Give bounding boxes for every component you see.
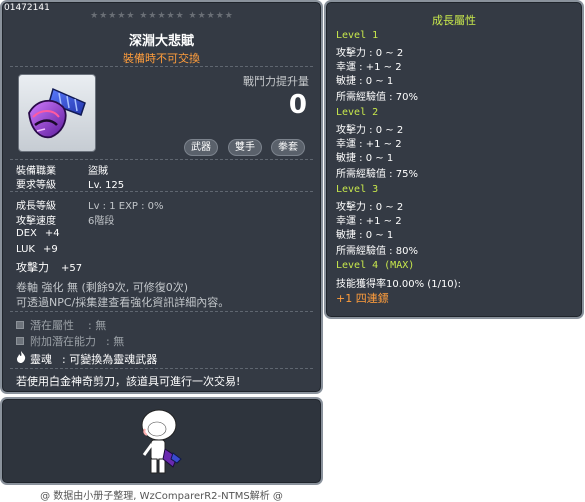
- growth-level-1-line: 敏捷 : 0 ~ 1: [336, 76, 394, 87]
- growth-level-3-label: Level 3: [336, 184, 379, 195]
- potential-label: 潛在屬性: [30, 319, 74, 332]
- additional-potential-value: : 無: [106, 335, 125, 348]
- item-name: 深淵大悲賦: [128, 34, 194, 49]
- potential-row: 潛在屬性 : 無: [16, 317, 106, 333]
- stat-attack-row: 攻擊力 +57: [16, 259, 82, 275]
- divider: [10, 311, 313, 312]
- growth-level-label: 成長等級: [16, 201, 56, 212]
- item-id: 01472141: [4, 3, 50, 13]
- required-level-row: 要求等級 Lv. 125: [16, 176, 124, 191]
- soul-flame-icon: [16, 351, 26, 366]
- growth-level-1-label: Level 1: [336, 30, 379, 41]
- divider: [10, 159, 313, 160]
- growth-level-2-line: 攻擊力 : 0 ~ 2: [336, 125, 404, 136]
- divider: [10, 191, 313, 192]
- enhance-info-note: 可透過NPC/採集建查看強化資訊詳細內容。: [16, 296, 230, 309]
- growth-level-2-line: 所需經驗值 : 75%: [336, 169, 418, 180]
- additional-potential-label: 附加潛在能力: [30, 335, 96, 348]
- growth-level-4-label: Level 4 (MAX): [336, 260, 415, 271]
- growth-level-2-line: 敏捷 : 0 ~ 1: [336, 153, 394, 164]
- attack-speed-row: 攻擊速度 6階段: [16, 212, 114, 227]
- growth-level-value: Lv : 1 EXP : 0%: [88, 201, 164, 212]
- potential-icon: [16, 321, 24, 329]
- growth-level-2-line: 幸運 : +1 ~ 2: [336, 139, 402, 150]
- growth-level-row: 成長等級 Lv : 1 EXP : 0%: [16, 197, 164, 212]
- stat-dex-row: DEX +4: [16, 228, 60, 239]
- required-level-value: Lv. 125: [88, 180, 125, 191]
- growth-level-4-line: 技能獲得率10.00% (1/10):: [336, 279, 461, 290]
- equip-job-row: 裝備職業 盜賊: [16, 162, 108, 177]
- additional-potential-row: 附加潛在能力 : 無: [16, 333, 124, 349]
- tag-claw: 拳套: [271, 139, 305, 156]
- data-source-credit: @ 数据由小册子整理, WzComparerR2-NTMS解析 @: [40, 491, 283, 502]
- additional-potential-icon: [16, 337, 24, 345]
- growth-attributes-panel: 成長屬性 Level 1 攻擊力 : 0 ~ 2 幸運 : +1 ~ 2 敏捷 …: [324, 0, 584, 319]
- growth-level-3-line: 攻擊力 : 0 ~ 2: [336, 202, 404, 213]
- stat-luk-value: +9: [42, 244, 58, 255]
- growth-level-3-line: 幸運 : +1 ~ 2: [336, 216, 402, 227]
- item-tooltip-panel: 01472141 ★★★★★ ★★★★★ ★★★★★ 深淵大悲賦 裝備時不可交換: [0, 0, 323, 394]
- trade-restriction: 裝備時不可交換: [123, 52, 200, 65]
- attack-speed-value: 6階段: [88, 216, 115, 227]
- equip-job-label: 裝備職業: [16, 166, 56, 177]
- stat-attack-key: 攻擊力: [16, 261, 49, 274]
- stat-dex-value: +4: [44, 228, 60, 239]
- potential-value: : 無: [88, 319, 107, 332]
- claw-weapon-icon: [28, 87, 86, 139]
- soul-row: 靈魂 : 可變換為靈魂武器: [16, 351, 157, 367]
- divider: [10, 368, 313, 369]
- growth-level-3-line: 所需經驗值 : 80%: [336, 246, 418, 257]
- divider: [10, 66, 313, 67]
- soul-value: : 可變換為靈魂武器: [62, 353, 158, 366]
- tag-two-handed: 雙手: [228, 139, 262, 156]
- attack-speed-label: 攻擊速度: [16, 216, 56, 227]
- scissors-trade-note: 若使用白金神奇剪刀，該道具可進行一次交易!: [16, 375, 241, 388]
- character-avatar-icon: [141, 409, 182, 474]
- growth-level-1-line: 攻擊力 : 0 ~ 2: [336, 48, 404, 59]
- stat-luk-row: LUK +9: [16, 244, 58, 255]
- growth-level-1-line: 幸運 : +1 ~ 2: [336, 62, 402, 73]
- growth-level-2-label: Level 2: [336, 107, 379, 118]
- growth-level-1-line: 所需經驗值 : 70%: [336, 92, 418, 103]
- tag-weapon: 武器: [184, 139, 218, 156]
- item-icon-frame: [18, 74, 96, 152]
- character-preview-panel: [0, 397, 323, 485]
- growth-skill-reward: +1 四連鏢: [336, 292, 389, 305]
- stat-attack-value: +57: [61, 263, 83, 274]
- scroll-upgrade-info: 卷軸 強化 無 (剩餘9次, 可修復0次): [16, 281, 189, 294]
- stat-luk-key: LUK: [16, 244, 35, 255]
- combat-power-label: 戰鬥力提升量: [243, 75, 309, 88]
- required-level-label: 要求等級: [16, 180, 56, 191]
- star-force-stars: ★★★★★ ★★★★★ ★★★★★: [90, 11, 234, 21]
- stat-dex-key: DEX: [16, 228, 37, 239]
- combat-power-value: 0: [288, 90, 307, 120]
- growth-title: 成長屬性: [432, 14, 476, 27]
- growth-level-3-line: 敏捷 : 0 ~ 1: [336, 230, 394, 241]
- soul-label: 靈魂: [30, 353, 52, 366]
